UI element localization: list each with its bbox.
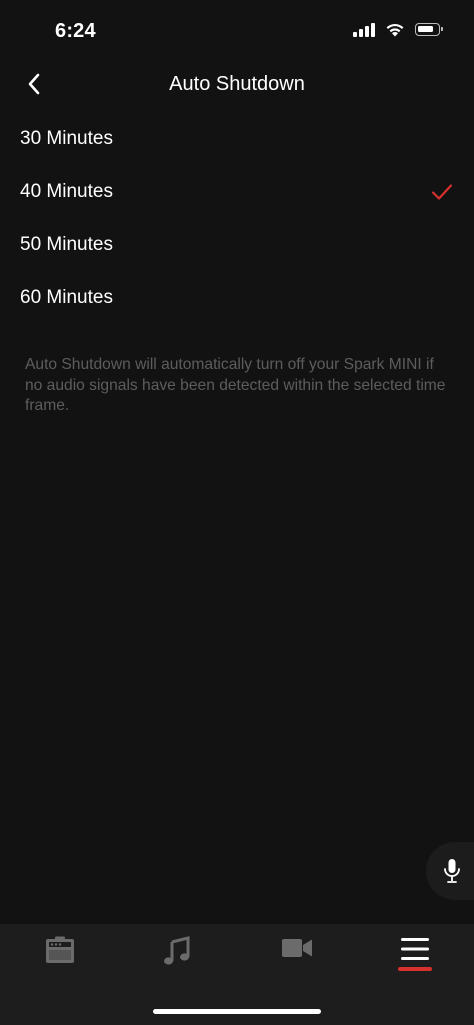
home-indicator	[153, 1009, 321, 1014]
menu-icon	[401, 938, 429, 960]
video-camera-icon	[282, 939, 312, 957]
option-50-minutes[interactable]: 50 Minutes	[0, 218, 474, 271]
status-bar: 6:24	[0, 0, 474, 62]
checkmark-icon	[430, 180, 454, 204]
tab-video[interactable]	[267, 936, 327, 988]
voice-assistant-button[interactable]	[426, 842, 474, 900]
cellular-signal-icon	[353, 22, 375, 37]
active-tab-indicator	[398, 967, 432, 971]
tab-menu[interactable]	[385, 936, 445, 988]
music-note-icon	[164, 936, 190, 965]
amp-icon	[46, 936, 74, 963]
option-40-minutes[interactable]: 40 Minutes	[0, 165, 474, 218]
tab-amp[interactable]	[30, 936, 90, 988]
option-60-minutes[interactable]: 60 Minutes	[0, 271, 474, 324]
option-label: 60 Minutes	[20, 286, 113, 308]
tab-music[interactable]	[147, 936, 207, 988]
header: Auto Shutdown	[0, 62, 474, 108]
auto-shutdown-description: Auto Shutdown will automatically turn of…	[25, 356, 446, 414]
battery-icon	[415, 23, 443, 36]
option-label: 40 Minutes	[20, 180, 113, 202]
status-time: 6:24	[55, 20, 96, 42]
wifi-icon	[386, 23, 404, 37]
option-30-minutes[interactable]: 30 Minutes	[0, 112, 474, 165]
option-label: 50 Minutes	[20, 233, 113, 255]
status-icons	[353, 22, 443, 37]
shutdown-options-list: 30 Minutes 40 Minutes 50 Minutes 60 Minu…	[0, 112, 474, 324]
option-label: 30 Minutes	[20, 127, 113, 149]
page-title: Auto Shutdown	[169, 73, 305, 95]
microphone-icon	[444, 859, 460, 883]
